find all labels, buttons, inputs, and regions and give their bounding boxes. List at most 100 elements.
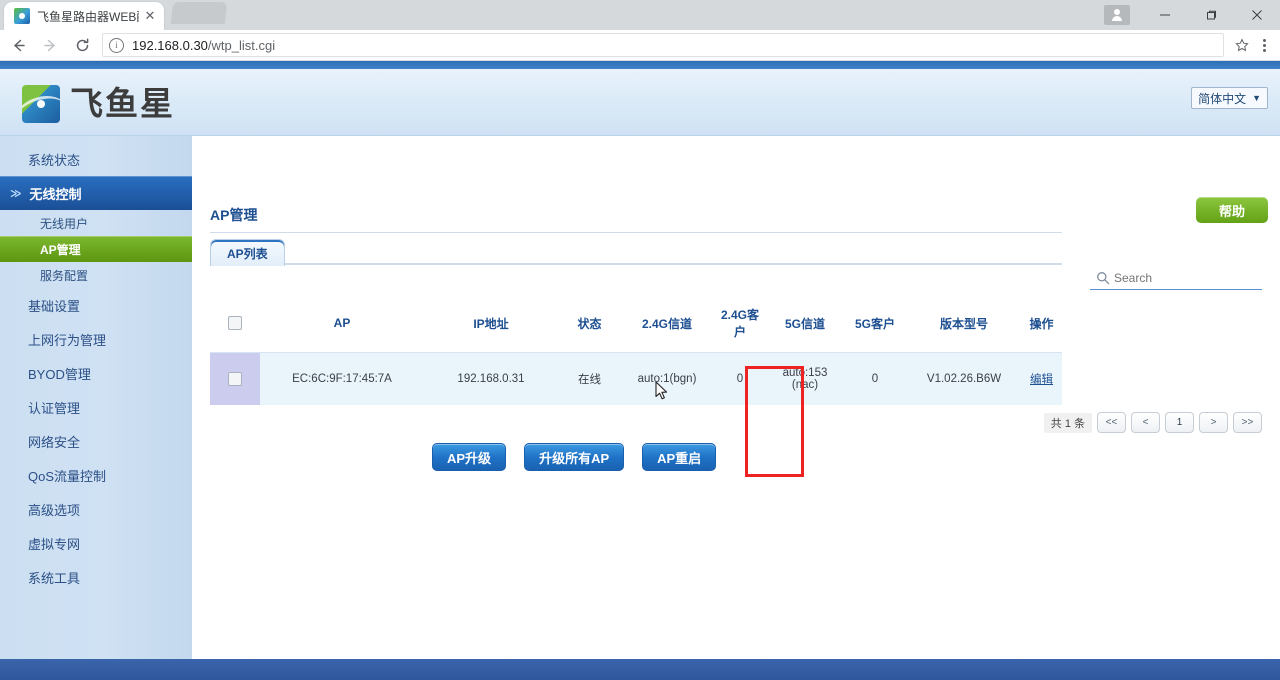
ap-restart-button[interactable]: AP重启 [642,443,717,471]
pagination: 共 1 条 << < 1 > >> [1043,412,1262,433]
upgrade-all-ap-button[interactable]: 升级所有AP [524,443,625,471]
sidebar-item-byod[interactable]: BYOD管理 [0,356,192,390]
site-favicon-icon [14,8,30,24]
sidebar-item-label: 服务配置 [40,268,89,283]
column-select-all [210,294,260,353]
search-input[interactable] [1112,270,1256,286]
chevron-expanded-icon: ≫ [10,187,22,200]
sidebar-item-service-config[interactable]: 服务配置 [0,262,192,288]
cell-status: 在线 [558,352,621,405]
sidebar-item-label: 虚拟专网 [28,536,81,552]
sidebar-item-system-status[interactable]: 系统状态 [0,142,192,176]
address-bar-url: 192.168.0.30/wtp_list.cgi [132,38,275,53]
select-all-checkbox[interactable] [228,316,242,331]
minimize-button[interactable] [1142,0,1188,30]
title-divider [210,232,1062,233]
main-content: AP管理 AP列表 AP IP [192,136,1280,680]
table-header-row: AP IP地址 状态 2.4G信道 2.4G客户 5G信道 5G客户 版本型号 … [210,294,1062,353]
sidebar-item-wireless-users[interactable]: 无线用户 [0,210,192,236]
sidebar-item-label: 认证管理 [28,400,81,416]
table-row[interactable]: EC:6C:9F:17:45:7A 192.168.0.31 在线 auto:1… [210,352,1062,405]
language-select[interactable]: 简体中文 ▼ [1191,87,1268,109]
column-ap[interactable]: AP [260,294,424,353]
pagination-total: 共 1 条 [1043,412,1092,433]
sidebar-item-network-security[interactable]: 网络安全 [0,424,192,458]
ap-upgrade-button[interactable]: AP升级 [432,443,507,471]
table-header: AP IP地址 状态 2.4G信道 2.4G客户 5G信道 5G客户 版本型号 … [210,294,1062,353]
pagination-page-1[interactable]: 1 [1165,412,1194,433]
sidebar-item-ap-management[interactable]: AP管理 [0,236,192,262]
language-select-value: 简体中文 [1198,91,1247,106]
sidebar: 系统状态 ≫ 无线控制 无线用户 AP管理 服务配置 基础设置 上网行为管理 B… [0,136,192,680]
browser-tab[interactable]: 飞鱼星路由器WEB配置系 ✕ [4,2,164,30]
sidebar-item-label: 上网行为管理 [28,332,107,348]
profile-avatar-icon[interactable] [1104,5,1130,25]
new-tab-button[interactable] [170,2,228,24]
sidebar-item-label: QoS流量控制 [28,468,107,484]
sidebar-item-label: 系统状态 [28,152,81,168]
tab-strip-underline [210,263,1062,265]
pagination-next-button[interactable]: > [1199,412,1228,433]
sidebar-item-label: 基础设置 [28,298,81,314]
pagination-last-button[interactable]: >> [1233,412,1262,433]
column-clients-5g[interactable]: 5G客户 [843,294,907,353]
mouse-cursor [655,381,669,401]
search-box[interactable] [1090,267,1262,290]
three-dot-menu-icon[interactable] [1252,31,1276,59]
cell-channel-5g: auto:153 (nac) [767,352,843,405]
row-select-cell [210,352,260,405]
sidebar-item-label: AP管理 [40,242,81,257]
reload-icon[interactable] [68,31,96,59]
help-button[interactable]: 帮助 [1196,197,1268,223]
sidebar-item-system-tools[interactable]: 系统工具 [0,560,192,594]
site-info-icon[interactable]: i [109,37,124,53]
cell-ap: EC:6C:9F:17:45:7A [260,352,424,405]
sidebar-item-vpn[interactable]: 虚拟专网 [0,526,192,560]
brand-logo: 飞鱼星 [22,85,175,123]
cell-clients-5g: 0 [843,352,907,405]
page-title: AP管理 [210,207,258,223]
url-host: 192.168.0.30 [132,37,208,53]
sidebar-item-qos[interactable]: QoS流量控制 [0,458,192,492]
cell-action: 编辑 [1021,352,1062,405]
sidebar-item-internet-behavior[interactable]: 上网行为管理 [0,322,192,356]
sidebar-item-basic-settings[interactable]: 基础设置 [0,288,192,322]
column-version[interactable]: 版本型号 [907,294,1021,353]
cell-ip-address: 192.168.0.31 [424,352,558,405]
browser-tab-title: 飞鱼星路由器WEB配置系 [37,9,139,24]
sidebar-group-wireless-control[interactable]: ≫ 无线控制 [0,176,192,210]
bookmark-star-icon[interactable] [1232,35,1252,55]
close-window-button[interactable] [1234,0,1280,30]
sidebar-item-label: 无线用户 [40,216,89,231]
pagination-prev-button[interactable]: < [1131,412,1160,433]
sidebar-item-label: 无线控制 [29,186,82,202]
window-controls [1104,0,1280,30]
column-ip-address[interactable]: IP地址 [424,294,558,353]
table-body: EC:6C:9F:17:45:7A 192.168.0.31 在线 auto:1… [210,352,1062,405]
column-channel-24g[interactable]: 2.4G信道 [621,294,713,353]
maximize-button[interactable] [1188,0,1234,30]
column-action[interactable]: 操作 [1021,294,1062,353]
browser-tab-strip: 飞鱼星路由器WEB配置系 ✕ [0,0,1280,30]
column-clients-24g[interactable]: 2.4G客户 [713,294,767,353]
tab-strip: AP列表 [210,239,1062,266]
forward-arrow-icon [36,31,64,59]
cell-clients-24g: 0 [713,352,767,405]
close-tab-icon[interactable]: ✕ [144,9,156,22]
sidebar-item-advanced-options[interactable]: 高级选项 [0,492,192,526]
cell-version: V1.02.26.B6W [907,352,1021,405]
screen: 飞鱼星路由器WEB配置系 ✕ i [0,0,1280,680]
edit-link[interactable]: 编辑 [1030,374,1053,386]
pagination-first-button[interactable]: << [1097,412,1126,433]
row-checkbox[interactable] [228,372,242,386]
back-arrow-icon[interactable] [4,31,32,59]
sidebar-item-label: 高级选项 [28,502,81,518]
column-status[interactable]: 状态 [558,294,621,353]
tab-ap-list[interactable]: AP列表 [210,239,285,266]
column-channel-5g[interactable]: 5G信道 [767,294,843,353]
address-bar[interactable]: i 192.168.0.30/wtp_list.cgi [102,33,1224,57]
search-icon [1096,271,1110,285]
sidebar-item-authentication[interactable]: 认证管理 [0,390,192,424]
brand-name: 飞鱼星 [70,84,175,123]
brand-logo-icon [22,85,60,123]
